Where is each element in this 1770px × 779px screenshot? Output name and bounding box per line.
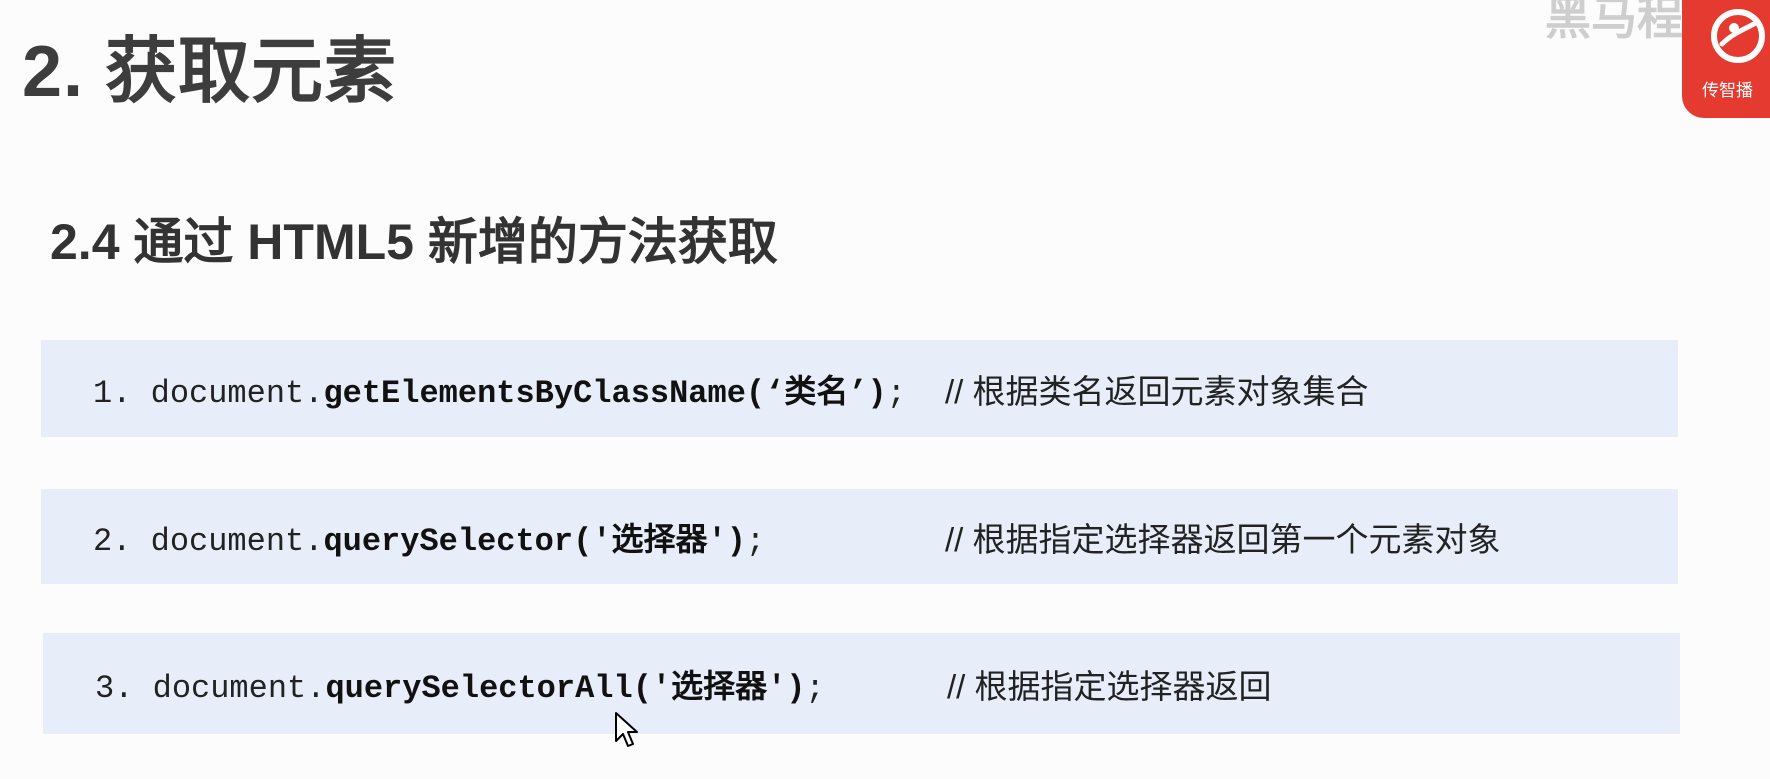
- mouse-pointer-icon: [615, 712, 638, 747]
- section-subtitle: 2.4 通过 HTML5 新增的方法获取: [50, 214, 778, 270]
- brand-logo-icon: [1711, 9, 1765, 63]
- code-terminator: ;: [805, 669, 825, 707]
- code-comment: // 根据类名返回元素对象集合: [945, 372, 1369, 410]
- code-args: ('选择器'): [632, 669, 806, 707]
- brand-logo-text: 传智播: [1702, 81, 1753, 100]
- code-method: querySelectorAll: [325, 669, 633, 707]
- brand-logo: 传智播: [1682, 0, 1770, 118]
- code-text: 1. document.getElementsByClassName(‘类名’)…: [93, 366, 906, 412]
- code-args: (‘类名’): [745, 374, 887, 412]
- code-terminator: ;: [886, 374, 906, 412]
- code-method: querySelector: [323, 522, 574, 560]
- line-number: 3.: [95, 669, 134, 707]
- line-number: 2.: [93, 522, 132, 560]
- code-line-2: 2. document.querySelector('选择器'); // 根据指…: [41, 489, 1678, 584]
- code-comment: // 根据指定选择器返回: [947, 667, 1272, 705]
- code-line-3: 3. document.querySelectorAll('选择器'); // …: [43, 633, 1680, 734]
- code-method: getElementsByClassName: [323, 374, 746, 412]
- code-object: document.: [152, 669, 326, 707]
- code-object: document.: [150, 522, 324, 560]
- code-object: document.: [150, 374, 324, 412]
- page-title: 2. 获取元素: [22, 32, 398, 112]
- code-text: 2. document.querySelector('选择器');: [93, 514, 765, 560]
- code-line-1: 1. document.getElementsByClassName(‘类名’)…: [41, 340, 1678, 437]
- code-comment: // 根据指定选择器返回第一个元素对象: [945, 520, 1501, 558]
- code-terminator: ;: [745, 522, 766, 560]
- code-text: 3. document.querySelectorAll('选择器');: [95, 661, 825, 707]
- code-args: ('选择器'): [573, 522, 746, 560]
- line-number: 1.: [93, 374, 132, 412]
